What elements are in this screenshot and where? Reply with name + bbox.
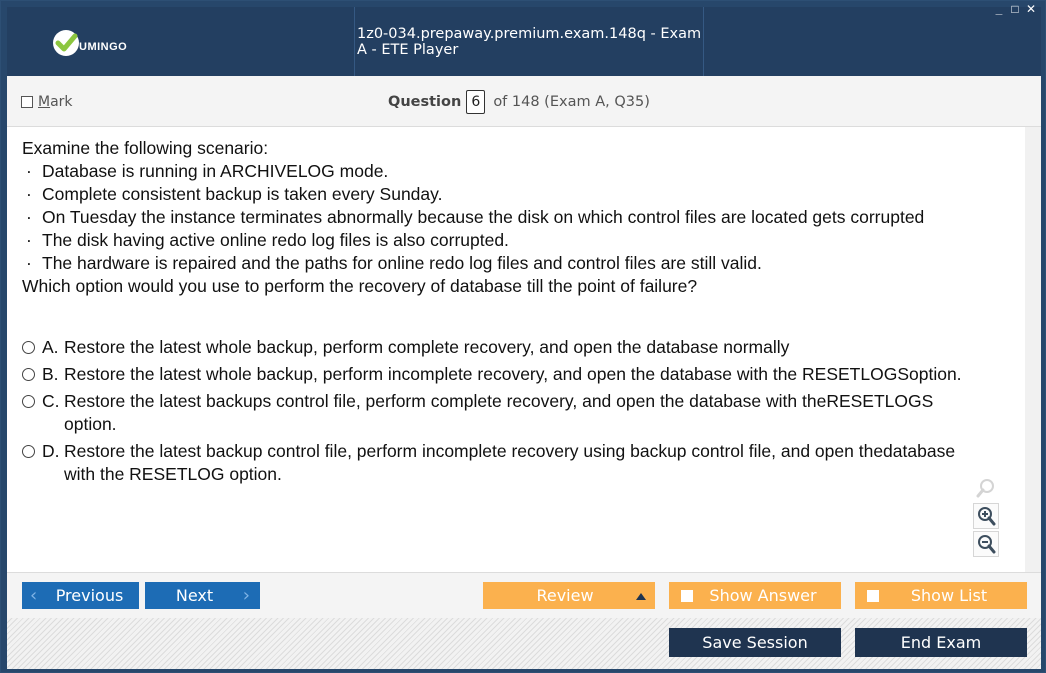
maximize-button[interactable]: □ [1009, 2, 1021, 16]
title-separator [354, 7, 355, 76]
zoom-out-icon [978, 535, 996, 554]
title-separator [703, 7, 704, 76]
title-bar: UMINGO 1z0-034.prepaway.premium.exam.148… [7, 7, 1041, 76]
zoom-in-icon [978, 507, 996, 526]
show-answer-label: Show Answer [709, 586, 817, 605]
mark-checkbox-box[interactable] [21, 96, 33, 108]
chevron-left-icon: ‹ [30, 585, 38, 606]
close-button[interactable]: ✕ [1025, 2, 1037, 16]
logo-text: UMINGO [79, 41, 128, 53]
search-icon [976, 479, 994, 498]
save-session-button[interactable]: Save Session [669, 628, 841, 657]
zoom-out-button[interactable] [973, 531, 999, 557]
bullet-dot: · [26, 230, 32, 250]
show-list-checkbox[interactable] [867, 589, 879, 602]
bullet-text: Complete consistent backup is taken ever… [42, 184, 443, 204]
review-button[interactable]: Review [483, 582, 655, 609]
bullet-text: Database is running in ARCHIVELOG mode. [42, 161, 389, 181]
answer-option-b[interactable]: B. Restore the latest whole backup, perf… [22, 363, 982, 386]
show-answer-checkbox[interactable] [681, 589, 693, 602]
option-text: Restore the latest whole backup, perform… [64, 364, 962, 384]
scenario: Examine the following scenario: · Databa… [22, 137, 982, 298]
scenario-question: Which option would you use to perform th… [22, 276, 698, 296]
radio-button[interactable] [22, 368, 35, 381]
footer-bar: Save Session End Exam [7, 618, 1041, 669]
mark-label: Mark [38, 94, 73, 110]
logo-check-icon [53, 30, 79, 56]
zoom-controls [973, 475, 1001, 559]
bullet-text: The disk having active online redo log f… [42, 230, 509, 250]
show-list-button[interactable]: Show List [855, 582, 1027, 609]
question-counter: Question 6 of 148 (Exam A, Q35) [388, 90, 650, 114]
answer-option-c[interactable]: C. Restore the latest backups control fi… [22, 390, 982, 436]
bullet-dot: · [26, 161, 32, 181]
question-total: of 148 (Exam A, Q35) [493, 94, 650, 110]
app-window: UMINGO 1z0-034.prepaway.premium.exam.148… [0, 0, 1046, 673]
end-exam-button[interactable]: End Exam [855, 628, 1027, 657]
scenario-bullet: · The hardware is repaired and the paths… [22, 252, 982, 275]
mark-checkbox[interactable]: Mark [21, 94, 73, 110]
navigation-bar: ‹ Previous Next › Review Show Answer Sho… [7, 572, 1041, 618]
option-text: Restore the latest backups control file,… [64, 391, 934, 434]
bullet-text: The hardware is repaired and the paths f… [42, 253, 762, 273]
question-number-input[interactable]: 6 [466, 90, 486, 114]
bullet-dot: · [26, 207, 32, 227]
option-text: Restore the latest whole backup, perform… [64, 337, 790, 357]
previous-label: Previous [55, 586, 124, 605]
scenario-bullet: · The disk having active online redo log… [22, 229, 982, 252]
next-label: Next [175, 586, 214, 605]
option-letter: D. [42, 441, 60, 461]
question-content: Examine the following scenario: · Databa… [7, 127, 1041, 572]
answer-options: A. Restore the latest whole backup, perf… [22, 336, 982, 490]
option-text: Restore the latest backup control file, … [64, 441, 956, 484]
scenario-bullet: · Complete consistent backup is taken ev… [22, 183, 982, 206]
bullet-text: On Tuesday the instance terminates abnor… [42, 207, 925, 227]
window-title: 1z0-034.prepaway.premium.exam.148q - Exa… [357, 25, 702, 58]
question-header: Mark Question 6 of 148 (Exam A, Q35) [7, 76, 1041, 127]
radio-button[interactable] [22, 341, 35, 354]
window-controls: _ □ ✕ [993, 2, 1037, 16]
vertical-scrollbar[interactable] [1025, 127, 1041, 572]
logo: UMINGO [51, 27, 127, 59]
scenario-bullet: · On Tuesday the instance terminates abn… [22, 206, 982, 229]
option-letter: C. [42, 391, 60, 411]
show-answer-button[interactable]: Show Answer [669, 582, 841, 609]
answer-option-d[interactable]: D. Restore the latest backup control fil… [22, 440, 982, 486]
review-label: Review [536, 586, 594, 605]
option-letter: A. [42, 337, 59, 357]
minimize-button[interactable]: _ [993, 2, 1005, 16]
next-button[interactable]: Next › [145, 582, 260, 609]
previous-button[interactable]: ‹ Previous [22, 582, 139, 609]
caret-up-icon [636, 593, 646, 600]
option-letter: B. [42, 364, 59, 384]
scenario-bullet: · Database is running in ARCHIVELOG mode… [22, 160, 982, 183]
bullet-dot: · [26, 184, 32, 204]
zoom-reset-button[interactable] [973, 475, 999, 501]
question-word: Question [388, 94, 462, 110]
answer-option-a[interactable]: A. Restore the latest whole backup, perf… [22, 336, 982, 359]
zoom-in-button[interactable] [973, 503, 999, 529]
chevron-right-icon: › [242, 585, 250, 606]
radio-button[interactable] [22, 395, 35, 408]
radio-button[interactable] [22, 445, 35, 458]
show-list-label: Show List [910, 586, 988, 605]
scenario-intro: Examine the following scenario: [22, 138, 269, 158]
bullet-dot: · [26, 253, 32, 273]
